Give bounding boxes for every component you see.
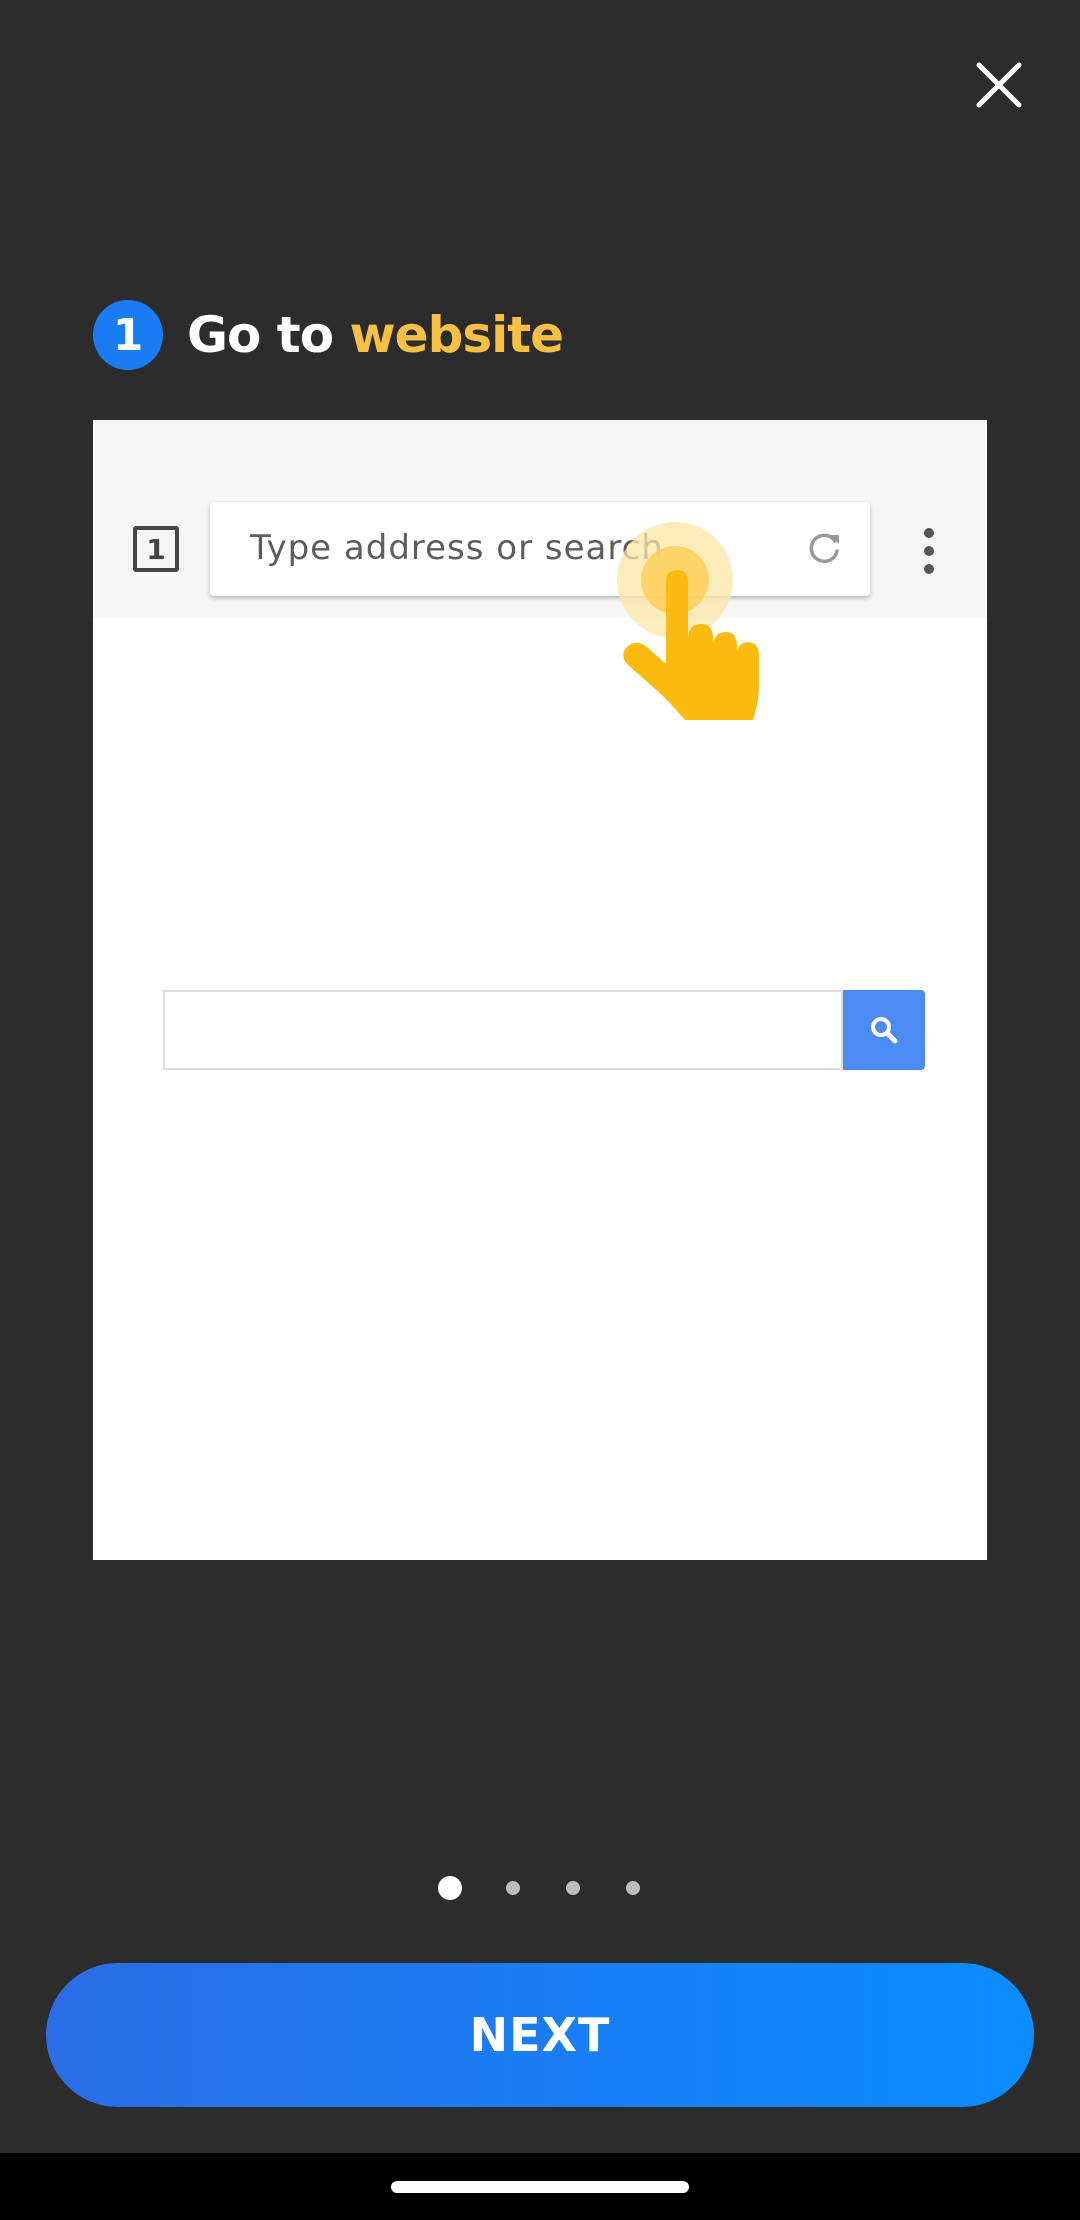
tab-count-icon: 1 <box>133 526 179 572</box>
page-search-input-illustration <box>163 990 843 1070</box>
step-number-badge: 1 <box>93 300 163 370</box>
close-icon <box>976 62 1022 108</box>
step-heading: Go to website <box>187 306 564 364</box>
browser-toolbar-illustration: 1 Type address or search <box>93 420 987 618</box>
step-heading-accent: website <box>349 306 564 364</box>
page-indicator <box>0 1876 1080 1900</box>
page-dot <box>566 1881 580 1895</box>
page-search-illustration <box>163 990 925 1070</box>
page-dot <box>626 1881 640 1895</box>
search-icon <box>871 1017 898 1044</box>
step-title: 1 Go to website <box>93 300 564 370</box>
step-heading-prefix: Go to <box>187 306 334 364</box>
next-button[interactable]: NEXT <box>46 1963 1034 2107</box>
hand-pointer-icon <box>617 522 759 720</box>
tutorial-illustration: 1 Type address or search <box>93 420 987 1560</box>
page-dot-active <box>438 1876 462 1900</box>
more-vert-icon <box>924 528 934 574</box>
close-button[interactable] <box>964 50 1034 120</box>
system-navigation-bar <box>0 2153 1080 2220</box>
page-dot <box>506 1881 520 1895</box>
address-placeholder: Type address or search <box>250 528 664 568</box>
page-search-button-illustration <box>843 990 925 1070</box>
home-indicator[interactable] <box>391 2181 689 2193</box>
